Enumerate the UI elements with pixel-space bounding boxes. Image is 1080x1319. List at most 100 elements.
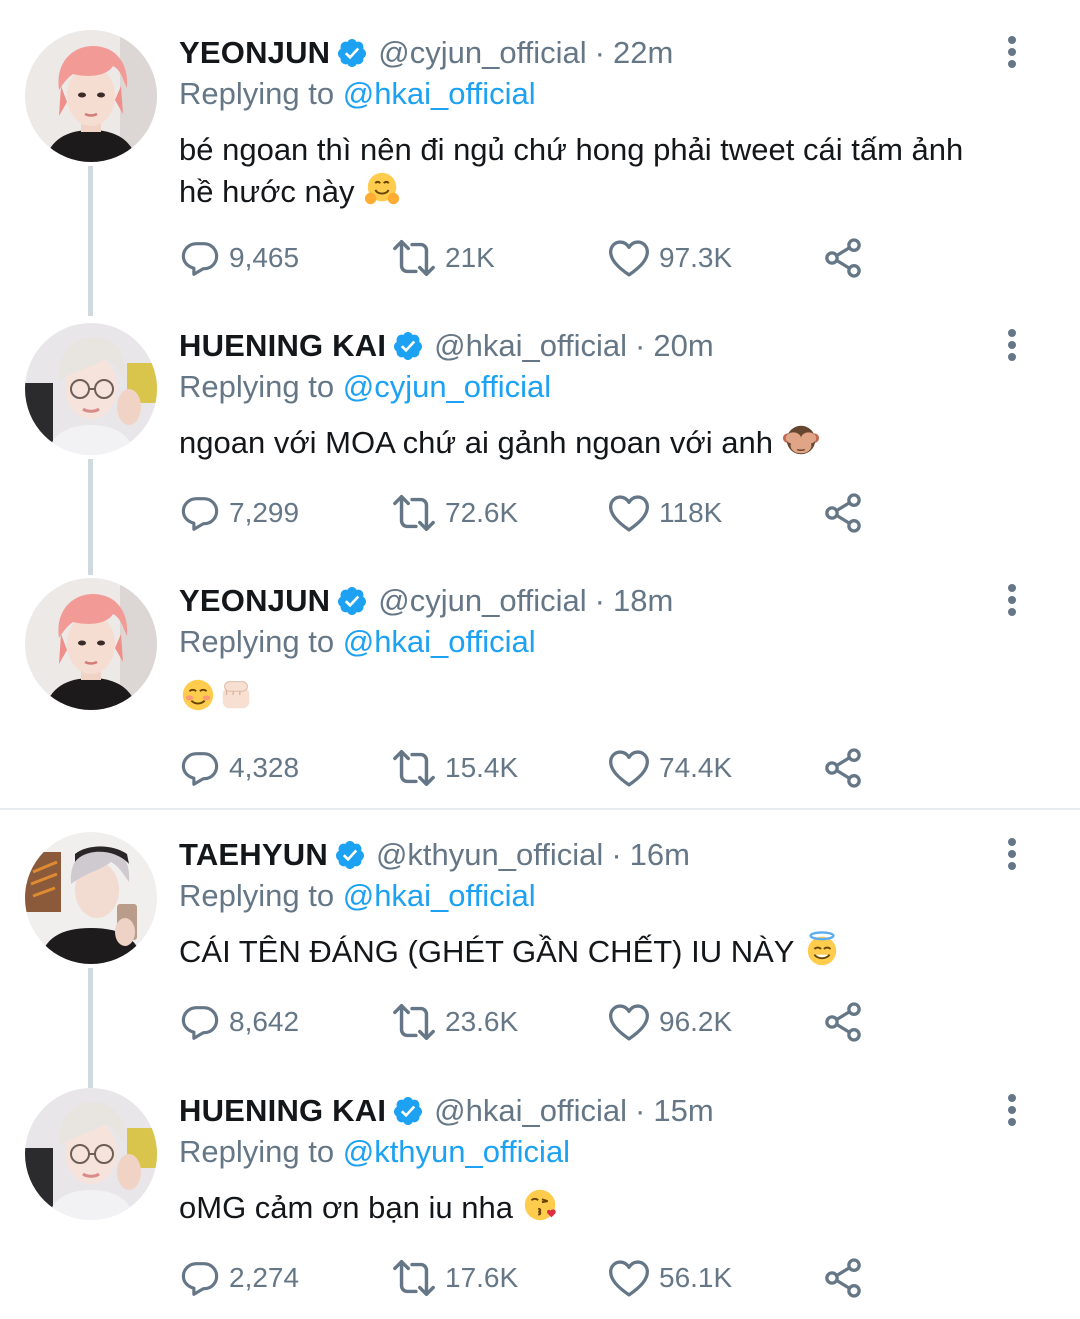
blonde-glasses-avatar-icon bbox=[25, 323, 157, 455]
tweet[interactable]: HUENING KAI @hkai_official · 15m Replyin… bbox=[0, 1058, 1080, 1319]
share-icon bbox=[821, 746, 865, 790]
tweet-text-line: oMG cảm ơn bạn iu nha bbox=[179, 1186, 1009, 1228]
share-button[interactable] bbox=[821, 1256, 873, 1300]
blonde-glasses-avatar-icon bbox=[25, 1088, 157, 1220]
share-icon bbox=[821, 1256, 865, 1300]
hugging-face-icon bbox=[363, 170, 401, 208]
user-handle[interactable]: @kthyun_official bbox=[376, 837, 603, 873]
retweet-button[interactable]: 21K bbox=[391, 236, 495, 280]
more-options-icon[interactable] bbox=[1006, 34, 1018, 70]
retweet-count: 21K bbox=[445, 242, 495, 273]
share-button[interactable] bbox=[821, 236, 873, 280]
user-handle[interactable]: @cyjun_official bbox=[378, 35, 586, 71]
like-count: 96.2K bbox=[659, 1006, 733, 1037]
share-icon bbox=[821, 491, 865, 535]
share-button[interactable] bbox=[821, 1000, 873, 1044]
display-name[interactable]: YEONJUN bbox=[179, 35, 330, 71]
share-button[interactable] bbox=[821, 491, 873, 535]
verified-badge-icon bbox=[392, 1095, 424, 1127]
tweet[interactable]: YEONJUN @cyjun_official · 22m Replying t… bbox=[0, 0, 1080, 316]
separator-dot: · bbox=[611, 837, 622, 872]
mirror-selfie-avatar-icon bbox=[25, 832, 157, 964]
action-bar: 4,328 15.4K 74.4K bbox=[179, 746, 879, 790]
more-options-icon[interactable] bbox=[1006, 836, 1018, 872]
heart-icon bbox=[607, 746, 651, 790]
heart-icon bbox=[607, 1000, 651, 1044]
smiling-face-icon bbox=[179, 676, 217, 714]
tweet-text-line: hề hước này bbox=[179, 170, 1009, 212]
share-button[interactable] bbox=[821, 746, 873, 790]
like-count: 74.4K bbox=[659, 752, 733, 783]
reply-button[interactable]: 8,642 bbox=[179, 1000, 299, 1044]
tweet-text bbox=[179, 676, 1009, 718]
replying-handle-link[interactable]: @hkai_official bbox=[343, 878, 536, 913]
more-options-icon[interactable] bbox=[1006, 327, 1018, 363]
timestamp[interactable]: 16m bbox=[630, 837, 690, 873]
tweet[interactable]: TAEHYUN @kthyun_official · 16m Replying … bbox=[0, 802, 1080, 1088]
reply-count: 7,299 bbox=[229, 497, 300, 528]
verified-badge-icon bbox=[392, 330, 424, 362]
tweet-text: CÁI TÊN ĐÁNG (GHÉT GẦN CHẾT) IU NÀY bbox=[179, 930, 1009, 972]
retweet-button[interactable]: 23.6K bbox=[391, 1000, 518, 1044]
like-button[interactable]: 74.4K bbox=[607, 746, 732, 790]
separator-dot: · bbox=[635, 1093, 646, 1128]
tweet-header: YEONJUN @cyjun_official · 18m bbox=[179, 578, 673, 624]
tweet-header: HUENING KAI @hkai_official · 20m bbox=[179, 323, 714, 369]
timestamp[interactable]: 20m bbox=[653, 328, 713, 364]
replying-handle-link[interactable]: @hkai_official bbox=[343, 624, 536, 659]
tweet-text-line: CÁI TÊN ĐÁNG (GHÉT GẦN CHẾT) IU NÀY bbox=[179, 930, 1009, 972]
display-name[interactable]: HUENING KAI bbox=[179, 1093, 386, 1129]
timestamp[interactable]: 18m bbox=[613, 583, 673, 619]
reply-button[interactable]: 7,299 bbox=[179, 491, 299, 535]
tweet[interactable]: YEONJUN @cyjun_official · 18m Replying t… bbox=[0, 548, 1080, 798]
timestamp[interactable]: 15m bbox=[653, 1093, 713, 1129]
tweet-text: bé ngoan thì nên đi ngủ chứ hong phải tw… bbox=[179, 130, 1009, 212]
user-handle[interactable]: @hkai_official bbox=[434, 1093, 627, 1129]
avatar[interactable] bbox=[25, 323, 157, 455]
reply-button[interactable]: 4,328 bbox=[179, 746, 299, 790]
action-bar: 2,274 17.6K 56.1K bbox=[179, 1256, 879, 1300]
retweet-button[interactable]: 72.6K bbox=[391, 491, 518, 535]
replying-label: Replying to bbox=[179, 76, 335, 111]
tweet-header: HUENING KAI @hkai_official · 15m bbox=[179, 1088, 714, 1134]
replying-handle-link[interactable]: @cyjun_official bbox=[343, 369, 551, 404]
retweet-button[interactable]: 15.4K bbox=[391, 746, 518, 790]
action-bar: 9,465 21K 97.3K bbox=[179, 236, 879, 280]
retweet-icon bbox=[391, 235, 437, 281]
reply-button[interactable]: 2,274 bbox=[179, 1256, 299, 1300]
verified-badge-icon bbox=[336, 37, 368, 69]
verified-badge-icon bbox=[336, 585, 368, 617]
tweet[interactable]: HUENING KAI @hkai_official · 20m Replyin… bbox=[0, 293, 1080, 575]
like-count: 56.1K bbox=[659, 1262, 733, 1293]
retweet-button[interactable]: 17.6K bbox=[391, 1256, 518, 1300]
display-name[interactable]: HUENING KAI bbox=[179, 328, 386, 364]
heart-icon bbox=[607, 491, 651, 535]
avatar[interactable] bbox=[25, 832, 157, 964]
retweet-icon bbox=[391, 999, 437, 1045]
replying-to: Replying to @kthyun_official bbox=[179, 1134, 570, 1170]
retweet-count: 72.6K bbox=[445, 497, 519, 528]
replying-label: Replying to bbox=[179, 1134, 335, 1169]
timestamp[interactable]: 22m bbox=[613, 35, 673, 71]
avatar[interactable] bbox=[25, 1088, 157, 1220]
pink-hair-avatar-icon bbox=[25, 30, 157, 162]
user-handle[interactable]: @hkai_official bbox=[434, 328, 627, 364]
reply-button[interactable]: 9,465 bbox=[179, 236, 299, 280]
like-button[interactable]: 56.1K bbox=[607, 1256, 732, 1300]
replying-to: Replying to @hkai_official bbox=[179, 76, 536, 112]
replying-to: Replying to @hkai_official bbox=[179, 878, 536, 914]
replying-handle-link[interactable]: @kthyun_official bbox=[343, 1134, 570, 1169]
user-handle[interactable]: @cyjun_official bbox=[378, 583, 586, 619]
like-button[interactable]: 118K bbox=[607, 491, 722, 535]
retweet-count: 23.6K bbox=[445, 1006, 519, 1037]
replying-to: Replying to @cyjun_official bbox=[179, 369, 551, 405]
like-button[interactable]: 97.3K bbox=[607, 236, 732, 280]
avatar[interactable] bbox=[25, 30, 157, 162]
like-button[interactable]: 96.2K bbox=[607, 1000, 732, 1044]
more-options-icon[interactable] bbox=[1006, 1092, 1018, 1128]
more-options-icon[interactable] bbox=[1006, 582, 1018, 618]
replying-handle-link[interactable]: @hkai_official bbox=[343, 76, 536, 111]
display-name[interactable]: TAEHYUN bbox=[179, 837, 328, 873]
display-name[interactable]: YEONJUN bbox=[179, 583, 330, 619]
avatar[interactable] bbox=[25, 578, 157, 710]
